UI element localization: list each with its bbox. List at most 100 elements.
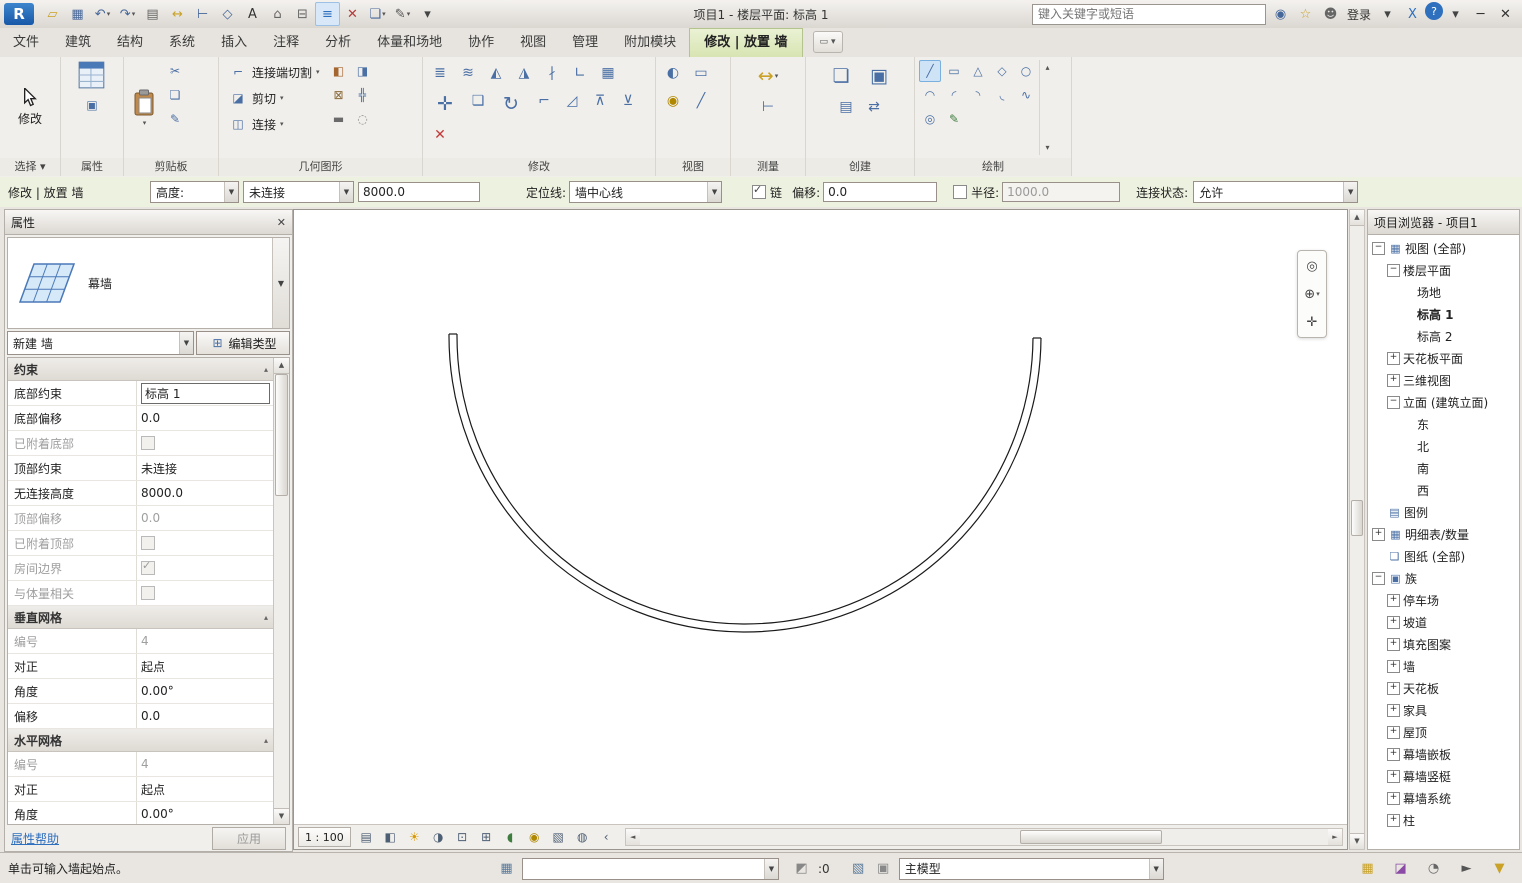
modify-tool-button[interactable]: 修改 — [13, 60, 47, 155]
expand-icon[interactable]: + — [1387, 770, 1400, 783]
print-icon[interactable]: ▤ — [140, 2, 165, 26]
panel-label-modify[interactable]: 修改 — [423, 158, 655, 176]
align-icon[interactable]: ≣ — [427, 60, 453, 86]
location-line-combo[interactable]: 墙中心线 ▼ — [569, 181, 722, 203]
pin-icon[interactable]: ⊼ — [587, 88, 613, 114]
ribbon-tab-10[interactable]: 管理 — [559, 29, 611, 57]
curtain-wall-arc[interactable] — [294, 210, 1347, 825]
ribbon-tab-8[interactable]: 协作 — [455, 29, 507, 57]
draw-spline-icon[interactable]: ∿ — [1015, 84, 1037, 106]
panel-label-measure[interactable]: 测量 — [731, 158, 805, 176]
panel-label-select[interactable]: 选择 ▾ — [0, 158, 60, 176]
expand-icon[interactable]: + — [1387, 704, 1400, 717]
edit-type-button[interactable]: ⊞ 编辑类型 — [196, 331, 290, 355]
expand-icon[interactable]: + — [1387, 594, 1400, 607]
scroll-down-icon[interactable]: ▼ — [274, 808, 289, 824]
split-element-icon[interactable]: ∤ — [539, 60, 565, 86]
property-value[interactable]: 起点 — [137, 654, 274, 678]
scrollbar-thumb[interactable] — [1020, 830, 1162, 844]
favorites-icon[interactable]: ☆ — [1293, 2, 1318, 26]
aligned-dimension-icon[interactable]: ⊢ — [190, 2, 215, 26]
active-workset-only-icon[interactable]: ▣ — [871, 857, 896, 881]
ribbon-tab-11[interactable]: 附加模块 — [611, 29, 689, 57]
tree-item[interactable]: −楼层平面 — [1368, 259, 1519, 281]
autodesk-exchange-icon[interactable]: X — [1400, 2, 1425, 26]
property-value[interactable] — [137, 531, 274, 555]
expand-icon[interactable]: + — [1387, 660, 1400, 673]
search-input[interactable] — [1032, 4, 1266, 25]
linework-icon[interactable]: ╱ — [688, 88, 714, 114]
offset-icon[interactable]: ≋ — [455, 60, 481, 86]
property-value[interactable]: 4 — [137, 752, 274, 776]
property-section-header[interactable]: 水平网格▴ — [8, 729, 274, 752]
radius-checkbox[interactable] — [953, 185, 967, 199]
copy-icon[interactable]: ❏ — [465, 88, 491, 114]
tree-item[interactable]: +天花板 — [1368, 677, 1519, 699]
height-value-input[interactable] — [358, 182, 480, 202]
draw-circumscribed-polygon-icon[interactable]: ◇ — [991, 60, 1013, 82]
ribbon-tab-3[interactable]: 系统 — [156, 29, 208, 57]
ribbon-tab-0[interactable]: 文件 — [0, 29, 52, 57]
expand-icon[interactable]: + — [1387, 352, 1400, 365]
temporary-view-properties-icon[interactable]: ▧ — [547, 826, 570, 848]
sun-path-icon[interactable]: ☀ — [403, 826, 426, 848]
properties-icon[interactable] — [78, 60, 106, 90]
tab-modify-place-wall[interactable]: 修改 | 放置 墙 — [689, 28, 802, 57]
help-icon[interactable]: ? — [1425, 2, 1443, 20]
cut-icon[interactable]: ✂ — [164, 60, 186, 82]
tree-item[interactable]: +柱 — [1368, 809, 1519, 831]
tree-item[interactable]: −▦视图 (全部) — [1368, 237, 1519, 259]
ribbon-tab-6[interactable]: 分析 — [312, 29, 364, 57]
scroll-left-icon[interactable]: ◄ — [626, 829, 640, 845]
open-file-icon[interactable]: ▱ — [40, 2, 65, 26]
property-value[interactable]: 0.00° — [137, 679, 274, 703]
copy-to-clipboard-icon[interactable]: ❏ — [164, 84, 186, 106]
worksets-icon[interactable]: ▦ — [494, 857, 519, 881]
ribbon-tab-1[interactable]: 建筑 — [52, 29, 104, 57]
tree-item[interactable]: 东 — [1368, 413, 1519, 435]
login-label[interactable]: 登录 — [1347, 6, 1371, 23]
ribbon-display-toggle[interactable]: ▭ ▾ — [813, 31, 843, 53]
scale-icon[interactable]: ◿ — [559, 88, 585, 114]
scroll-right-icon[interactable]: ► — [1328, 829, 1342, 845]
draw-scroll-down-icon[interactable]: ▾ — [1040, 140, 1055, 155]
panel-label-clipboard[interactable]: 剪贴板 — [124, 158, 218, 176]
tree-item[interactable]: −▣族 — [1368, 567, 1519, 589]
modify-pen-icon[interactable]: ✎▾ — [390, 2, 415, 26]
property-checkbox[interactable] — [141, 586, 155, 600]
collapse-view-bar-icon[interactable]: ‹ — [595, 826, 618, 848]
tree-item[interactable]: 场地 — [1368, 281, 1519, 303]
create-assembly-icon[interactable]: ⇄ — [861, 94, 887, 120]
scroll-down-icon[interactable]: ▼ — [1350, 833, 1364, 849]
height-mode-combo[interactable]: 高度: ▼ — [150, 181, 239, 203]
tree-item[interactable]: +墙 — [1368, 655, 1519, 677]
tree-item[interactable]: +三维视图 — [1368, 369, 1519, 391]
property-value[interactable]: 4 — [137, 629, 274, 653]
tree-item[interactable]: +停车场 — [1368, 589, 1519, 611]
close-icon[interactable]: ✕ — [277, 216, 286, 229]
type-selector-caret-icon[interactable]: ▼ — [272, 238, 289, 328]
temporary-hide-isolate-icon[interactable]: ◖ — [499, 826, 522, 848]
panel-label-properties[interactable]: 属性 — [61, 158, 123, 176]
expand-icon[interactable]: + — [1372, 528, 1385, 541]
draw-scroll-up-icon[interactable]: ▴ — [1040, 60, 1055, 75]
draw-arc-center-ends-icon[interactable]: ◜ — [943, 84, 965, 106]
property-checkbox[interactable] — [141, 536, 155, 550]
draw-ellipse-icon[interactable]: ◎ — [919, 108, 941, 130]
tree-item[interactable]: +屋顶 — [1368, 721, 1519, 743]
pan-icon[interactable]: ✛ — [1300, 310, 1325, 334]
property-value[interactable]: 起点 — [137, 777, 274, 801]
panel-label-create[interactable]: 创建 — [806, 158, 914, 176]
panel-label-draw[interactable]: 绘制 — [915, 158, 1071, 176]
tree-item[interactable]: ❏图纸 (全部) — [1368, 545, 1519, 567]
undo-icon[interactable]: ↶▾ — [90, 2, 115, 26]
tree-item[interactable]: 标高 1 — [1368, 303, 1519, 325]
draw-inscribed-polygon-icon[interactable]: △ — [967, 60, 989, 82]
demolish-icon[interactable]: ⊠ — [328, 84, 350, 106]
match-type-icon[interactable]: ✎ — [164, 108, 186, 130]
hide-elements-icon[interactable]: ▭ — [688, 60, 714, 86]
default-3d-view-icon[interactable]: ⌂ — [265, 2, 290, 26]
mirror-pick-axis-icon[interactable]: ◭ — [483, 60, 509, 86]
project-browser-header[interactable]: 项目浏览器 - 项目1 — [1368, 210, 1519, 235]
app-button[interactable]: R — [4, 3, 34, 25]
